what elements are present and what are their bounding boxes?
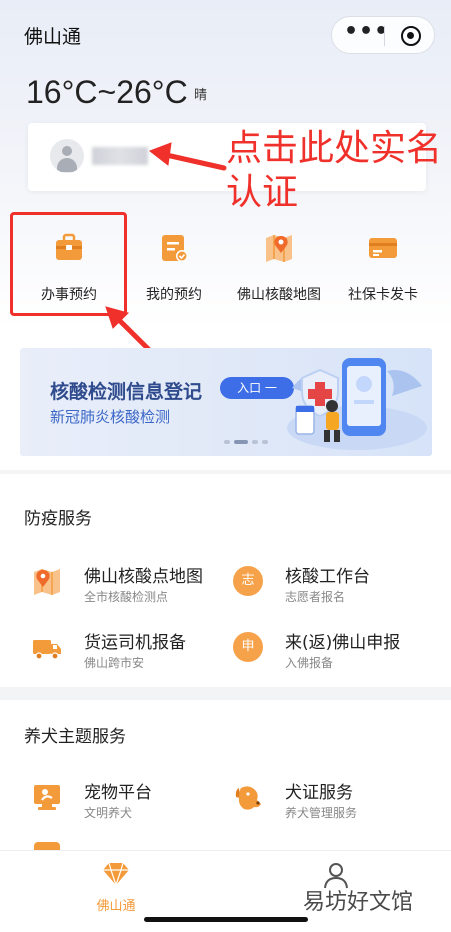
entry-title: 来(返)佛山申报 <box>285 633 401 653</box>
more-icon[interactable]: ••• <box>344 21 388 47</box>
truck-icon <box>33 640 61 660</box>
dog-license-icon <box>235 786 261 810</box>
service-my-appointments[interactable]: 我的预约 <box>118 214 230 314</box>
pagination-dot-active <box>234 440 248 444</box>
map-icon <box>34 569 60 595</box>
home-indicator <box>144 917 308 922</box>
volunteer-icon: 志 <box>233 566 263 596</box>
entry-subtitle: 养犬管理服务 <box>285 806 358 820</box>
tab-foshantong[interactable]: 佛山通 <box>56 859 176 919</box>
pagination-dot <box>262 440 268 444</box>
banner-subtitle: 新冠肺炎核酸检测 <box>50 408 171 426</box>
pet-platform-icon <box>34 785 60 810</box>
pagination-dot <box>224 440 230 444</box>
blurred-username <box>92 147 148 165</box>
app-title: 佛山通 <box>24 26 82 48</box>
temperature: 16°C~26°C <box>26 74 188 110</box>
annotation-text-line1: 点击此处实名 <box>226 128 443 169</box>
mini-program-capsule: ••• <box>331 16 435 54</box>
entry-title: 宠物平台 <box>84 783 152 803</box>
entry-title: 犬证服务 <box>285 783 353 803</box>
entry-subtitle: 志愿者报名 <box>285 590 346 604</box>
entry-title: 核酸工作台 <box>285 567 370 587</box>
weather-condition: 晴 <box>194 88 208 103</box>
diamond-icon <box>103 862 129 887</box>
appointment-list-icon <box>162 235 188 262</box>
entry-subtitle: 佛山跨市安 <box>84 656 145 670</box>
watermark-text: 易坊好文馆 <box>303 890 414 915</box>
banner-title: 核酸检测信息登记 <box>50 381 203 403</box>
nucleic-registration-banner[interactable]: 核酸检测信息登记 入口 一 新冠肺炎核酸检测 <box>20 348 432 456</box>
entry-subtitle: 全市核酸检测点 <box>84 590 169 604</box>
nav-bar: 佛山通 ••• <box>0 0 451 70</box>
annotation-highlight-box <box>10 212 127 316</box>
epidemic-services-section: 防疫服务 佛山核酸点地图 全市核酸检测点 志 核酸工作台 志愿者报名 货运司机报… <box>0 474 451 687</box>
annotation-text-line2: 认证 <box>226 172 299 213</box>
weather-widget: 16°C~26°C <box>26 74 188 111</box>
entry-subtitle: 入佛报备 <box>285 656 334 670</box>
service-label: 佛山核酸地图 <box>237 287 321 303</box>
capsule-divider <box>384 26 385 46</box>
entry-subtitle: 文明养犬 <box>84 806 133 820</box>
service-label: 社保卡发卡 <box>348 287 418 303</box>
pagination-dot <box>252 440 258 444</box>
tab-label: 佛山通 <box>96 899 136 914</box>
service-label: 我的预约 <box>146 287 202 303</box>
entry-title: 佛山核酸点地图 <box>84 567 203 587</box>
banner-illustration <box>287 358 427 450</box>
entry-title: 货运司机报备 <box>84 633 186 653</box>
declare-icon: 申 <box>233 632 263 662</box>
avatar <box>50 139 84 173</box>
section-title: 养犬主题服务 <box>24 727 126 747</box>
service-nucleic-map[interactable]: 佛山核酸地图 <box>223 214 335 314</box>
map-pin-icon <box>266 235 292 262</box>
close-icon[interactable] <box>401 26 421 46</box>
section-title: 防疫服务 <box>24 509 92 529</box>
pet-services-section: 养犬主题服务 宠物平台 文明养犬 犬证服务 养犬管理服务 <box>0 700 451 852</box>
bank-card-icon <box>369 238 397 258</box>
service-social-card[interactable]: 社保卡发卡 <box>327 214 439 314</box>
